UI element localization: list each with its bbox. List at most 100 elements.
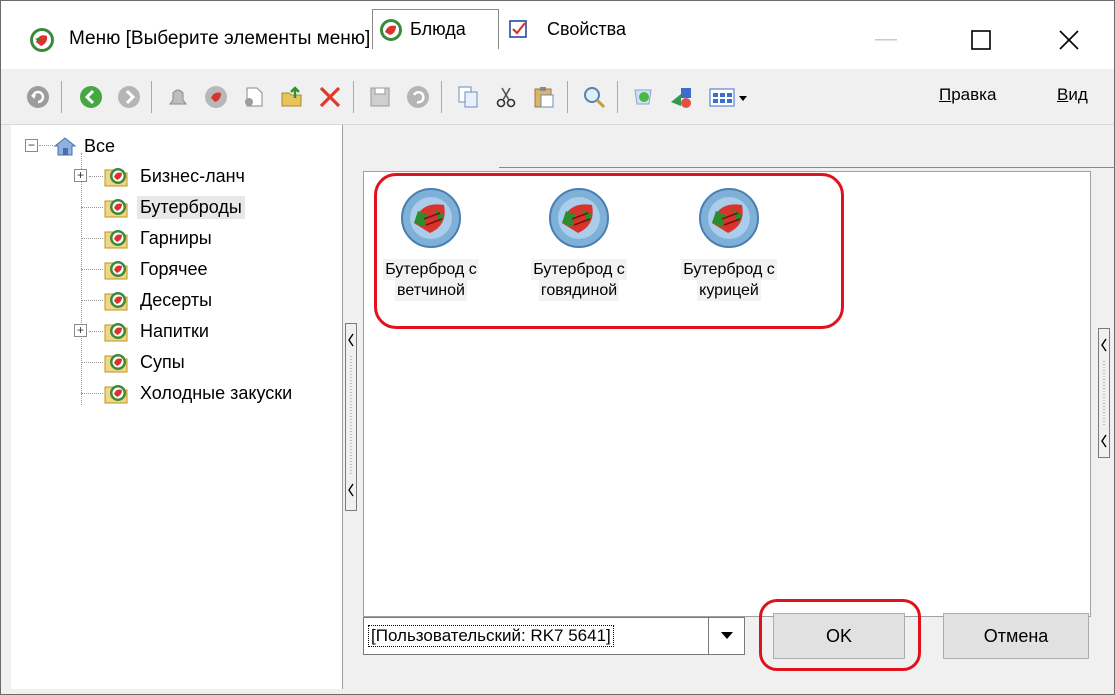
menu-dish-icon (30, 28, 54, 52)
menu-edit[interactable]: Правка (939, 85, 996, 105)
folder-up-icon (281, 86, 302, 107)
back-button[interactable] (76, 82, 106, 112)
dish-label-line1: Бутерброд с (383, 259, 479, 280)
minimize-icon (875, 39, 897, 41)
grid-view-icon (709, 88, 747, 107)
dish-item[interactable]: Бутерброд с говядиной (514, 187, 644, 301)
tree-item[interactable]: Десерты (103, 285, 215, 315)
folder-dish-icon (104, 261, 128, 280)
cancel-button-label: Отмена (983, 625, 1049, 646)
forward-button[interactable] (114, 82, 144, 112)
expand-toggle[interactable]: + (74, 324, 87, 337)
new-page-button[interactable] (239, 82, 269, 112)
cut-icon (496, 87, 516, 108)
dishes-list[interactable]: Бутерброд с ветчиной Бутерброд с говядиной Б… (363, 171, 1091, 617)
cancel-button[interactable]: Отмена (943, 613, 1089, 659)
tab-properties-label: Свойства (547, 18, 627, 39)
dish-icon (401, 188, 461, 248)
collapse-toggle[interactable]: − (25, 139, 38, 152)
dish-button[interactable] (201, 82, 231, 112)
chevron-left-icon (1101, 338, 1107, 448)
profile-value: [Пользовательский: RK7 5641] (368, 625, 614, 647)
refresh-green-icon (634, 89, 652, 105)
tree-item-label: Холодные закуски (140, 382, 293, 403)
tree-item-label: Бутерброды (137, 195, 245, 219)
window-title: Меню [Выберите элементы меню] (69, 28, 371, 49)
delete-button[interactable] (315, 82, 345, 112)
delete-icon (319, 86, 341, 108)
back-icon (80, 86, 102, 108)
dish-item[interactable]: Бутерброд с курицей (664, 187, 794, 301)
ok-button[interactable]: OK (773, 613, 905, 659)
category-tree[interactable]: − Все + Бизнес-ланч Бутерброды Гарниры Горяч… (11, 125, 343, 689)
left-splitter-handle[interactable] (345, 323, 357, 511)
tree-item[interactable]: Холодные закуски (103, 378, 295, 408)
maximize-button[interactable] (953, 15, 1009, 65)
close-button[interactable] (1041, 15, 1097, 65)
tab-dishes-label: Блюда (410, 19, 466, 39)
copy-icon (458, 86, 478, 108)
chevron-down-icon (720, 632, 733, 639)
tree-item-label: Гарниры (140, 227, 212, 248)
folder-dish-icon (104, 354, 128, 373)
folder-up-button[interactable] (277, 82, 307, 112)
refresh-green-button[interactable] (629, 82, 659, 112)
tree-item[interactable]: Бизнес-ланч (103, 161, 248, 191)
paste-button[interactable] (529, 82, 559, 112)
dish-label-line1: Бутерброд с (681, 259, 777, 280)
tab-properties[interactable]: Свойства (507, 9, 626, 49)
tree-item-label: Десерты (140, 289, 213, 310)
new-page-icon (245, 87, 263, 107)
refresh-button[interactable] (23, 82, 53, 112)
paste-icon (534, 87, 554, 108)
cut-button[interactable] (491, 82, 521, 112)
tree-item[interactable]: Гарниры (103, 223, 215, 253)
refresh-icon (27, 86, 49, 108)
dish-item[interactable]: Бутерброд с ветчиной (366, 187, 496, 301)
folder-dish-icon (104, 230, 128, 249)
undo-button[interactable] (403, 82, 433, 112)
right-splitter-handle[interactable] (1098, 328, 1110, 458)
menu-view-rest: ид (1068, 85, 1088, 104)
find-button[interactable] (579, 82, 609, 112)
dialog-window: Меню [Выберите элементы меню] Правка Вид… (0, 0, 1115, 695)
folder-dish-icon (104, 168, 128, 187)
tree-root[interactable]: Все (53, 131, 118, 161)
menu-view[interactable]: Вид (1057, 85, 1088, 105)
tab-dishes[interactable]: Блюда (372, 9, 499, 49)
chevron-left-icon (348, 333, 354, 497)
tree-root-label: Все (84, 135, 116, 156)
dish-icon (380, 18, 402, 41)
find-icon (584, 87, 606, 109)
save-button[interactable] (365, 82, 395, 112)
checkbox-icon (509, 20, 527, 38)
folder-dish-icon (104, 199, 128, 218)
ok-button-label: OK (825, 625, 852, 646)
tree-item-label: Бизнес-ланч (140, 165, 245, 186)
tree-item[interactable]: Бутерброды (103, 192, 245, 222)
undo-icon (407, 86, 429, 108)
expand-toggle[interactable]: + (74, 169, 87, 182)
minimize-button[interactable] (859, 15, 915, 65)
dish-label-line2: говядиной (538, 280, 620, 301)
tree-item[interactable]: Напитки (103, 316, 212, 346)
tree-item-label: Напитки (140, 320, 209, 341)
tree-item[interactable]: Супы (103, 347, 188, 377)
save-icon (370, 87, 390, 107)
tree-item[interactable]: Горячее (103, 254, 211, 284)
maximize-icon (971, 30, 991, 50)
grid-view-dropdown[interactable] (707, 82, 753, 112)
copy-button[interactable] (453, 82, 483, 112)
menu-edit-accel: П (939, 85, 952, 104)
close-icon (1059, 30, 1079, 50)
bell-button[interactable] (163, 82, 193, 112)
tree-item-label: Супы (140, 351, 185, 372)
menu-edit-rest: равка (951, 85, 997, 104)
shapes-button[interactable] (667, 82, 697, 112)
profile-combobox-field[interactable]: [Пользовательский: RK7 5641] (363, 617, 709, 655)
profile-dropdown-button[interactable] (709, 617, 745, 655)
profile-combobox[interactable]: [Пользовательский: RK7 5641] (363, 617, 745, 655)
dish-icon (205, 86, 227, 108)
dish-icon (549, 188, 609, 248)
house-icon (53, 137, 77, 156)
